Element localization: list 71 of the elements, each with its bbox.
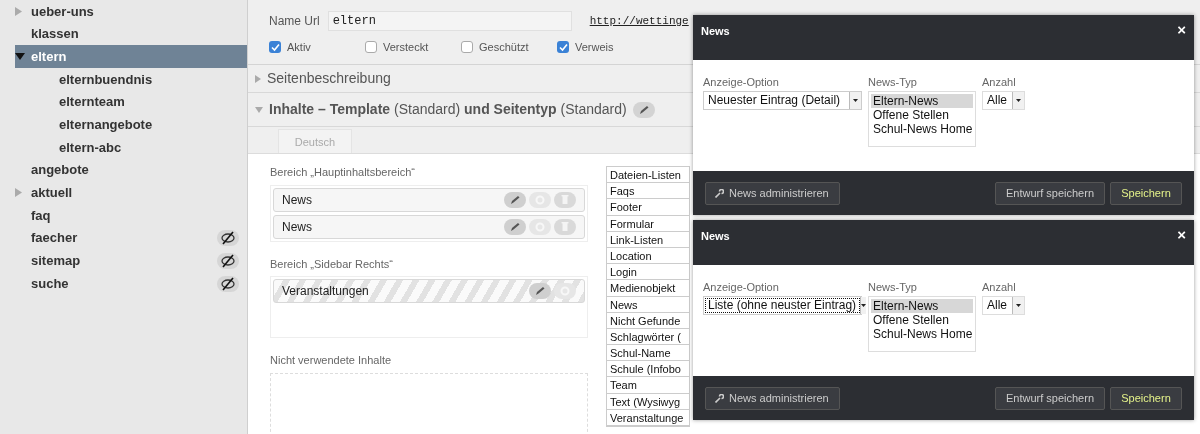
field-label: News-Typ [868, 280, 918, 295]
field-label: Name Url [269, 13, 320, 30]
tree-item[interactable]: suche [15, 272, 247, 295]
tree-item[interactable]: elternangebote [15, 113, 247, 137]
field-label: Anzahl [982, 280, 1017, 295]
close-button[interactable]: × [1177, 228, 1186, 242]
dropdown-arrow-icon[interactable] [1016, 98, 1021, 102]
display-option-dropdown[interactable]: Neuester Eintrag (Detail) [703, 90, 862, 110]
count-dropdown[interactable]: Alle [982, 90, 1025, 110]
content-block[interactable]: News [273, 187, 585, 212]
tree-item[interactable]: faq [15, 204, 247, 227]
edit-icon[interactable] [504, 191, 526, 208]
listbox-option[interactable]: Schul-News Home [871, 326, 973, 341]
section-title[interactable]: Inhalte – Template (Standard) und Seitentyp (Standard) [269, 99, 627, 120]
wrench-icon [715, 393, 724, 403]
listbox-option[interactable]: Eltern-News [871, 298, 973, 313]
section-title[interactable]: Seitenbeschreibung [267, 68, 391, 89]
listbox-option[interactable]: Schul-News Home [871, 121, 973, 136]
listbox-option[interactable]: Offene Stellen [871, 312, 973, 327]
checkbox[interactable] [557, 41, 569, 53]
dropdown-arrow-icon[interactable] [1016, 303, 1021, 307]
close-button[interactable]: × [1177, 23, 1186, 37]
edit-icon[interactable] [529, 283, 551, 299]
page-url-link[interactable]: http://wettinge [589, 12, 689, 30]
news-type-listbox[interactable]: Eltern-News Offene Stellen Schul-News Home [868, 295, 976, 352]
tree-item[interactable]: eltern-abc [15, 136, 247, 159]
checkbox-label: Geschützt [479, 39, 529, 55]
tree-item[interactable]: ueber-uns [15, 0, 247, 23]
checkbox[interactable] [365, 41, 377, 53]
dropdown-arrow-icon[interactable] [853, 98, 858, 102]
save-button[interactable]: Speichern [1110, 181, 1182, 205]
area-title: Bereich „Hauptinhaltsbereich“ [270, 165, 416, 180]
checkbox[interactable] [269, 41, 281, 53]
dialog-title: News [701, 229, 730, 244]
count-dropdown[interactable]: Alle [982, 295, 1025, 315]
listbox-option[interactable]: Offene Stellen [871, 107, 973, 122]
draft-save-button[interactable]: Entwurf speichern [995, 181, 1105, 205]
tree-item[interactable]: elternbuendnis [15, 68, 247, 91]
field-label: Anzeige-Option [703, 280, 780, 295]
edit-icon[interactable] [504, 218, 526, 235]
field-label: News-Typ [868, 75, 918, 90]
area-title: Bereich „Sidebar Rechts“ [270, 256, 394, 272]
collapse-icon[interactable] [15, 53, 25, 61]
tree-item[interactable]: aktuell [15, 181, 247, 205]
tree-item[interactable]: elternteam [15, 90, 247, 114]
listbox-option[interactable]: Eltern-News [871, 93, 973, 108]
admin-button[interactable]: News administrieren [705, 181, 840, 205]
checkbox[interactable] [461, 41, 473, 53]
edit-icon[interactable] [632, 101, 655, 118]
draft-save-button[interactable]: Entwurf speichern [995, 386, 1105, 410]
tree-item[interactable]: eltern [15, 45, 247, 69]
checkbox-label: Aktiv [287, 39, 311, 55]
name-url-field[interactable]: eltern [327, 11, 572, 31]
content-block[interactable]: News [273, 214, 585, 239]
checkbox-label: Verweis [575, 39, 614, 55]
tree-item[interactable]: faecher [15, 226, 247, 250]
dialog-title: News [701, 24, 730, 39]
news-type-listbox[interactable]: Eltern-News Offene Stellen Schul-News Home [868, 90, 976, 147]
field-label: Anzeige-Option [703, 75, 780, 90]
dropdown-arrow-icon[interactable] [861, 303, 867, 307]
wrench-icon [715, 188, 724, 198]
save-button[interactable]: Speichern [1110, 386, 1182, 410]
field-label: Anzahl [982, 75, 1017, 90]
expand-icon[interactable] [255, 74, 261, 83]
area-title: Nicht verwendete Inhalte [270, 353, 393, 368]
content-block[interactable]: Veranstaltungen [273, 279, 585, 303]
checkbox-label: Versteckt [383, 39, 429, 55]
tree-item[interactable]: sitemap [15, 249, 247, 273]
tree-item[interactable]: klassen [15, 22, 247, 46]
admin-button[interactable]: News administrieren [705, 386, 840, 410]
tree-item[interactable]: angebote [15, 158, 247, 182]
